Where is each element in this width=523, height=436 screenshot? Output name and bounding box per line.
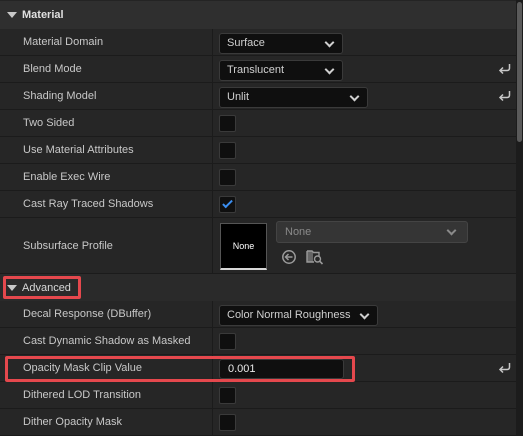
browse-asset-icon[interactable] <box>306 248 324 265</box>
property-row-use-material-attributes: Use Material Attributes <box>0 137 516 164</box>
property-row-two-sided: Two Sided <box>0 110 516 137</box>
column-splitter[interactable] <box>212 191 213 217</box>
use-material-attributes-checkbox[interactable] <box>219 142 236 159</box>
subsurface-profile-asset-picker[interactable]: None <box>276 221 468 243</box>
property-row-enable-exec-wire: Enable Exec Wire <box>0 164 516 191</box>
property-row-material-domain: Material Domain Surface <box>0 29 516 56</box>
column-splitter[interactable] <box>212 56 213 82</box>
chevron-down-icon <box>349 91 360 102</box>
column-splitter[interactable] <box>212 137 213 163</box>
property-label: Enable Exec Wire <box>23 171 111 183</box>
property-row-cast-dynamic-shadow-as-masked: Cast Dynamic Shadow as Masked <box>0 328 516 355</box>
dropdown-value: Translucent <box>227 64 285 76</box>
property-row-shading-model: Shading Model Unlit <box>0 83 516 110</box>
reset-to-default-icon[interactable] <box>498 63 511 75</box>
asset-thumbnail[interactable]: None <box>220 223 267 270</box>
property-label: Material Domain <box>23 36 104 48</box>
material-domain-dropdown[interactable]: Surface <box>219 33 343 54</box>
chevron-down-icon <box>324 37 335 48</box>
column-splitter[interactable] <box>212 218 213 273</box>
material-category-header[interactable]: Material <box>0 1 516 29</box>
advanced-category-header[interactable]: Advanced <box>0 274 516 302</box>
dropdown-value: Surface <box>227 37 265 49</box>
expand-arrow-icon[interactable] <box>7 285 17 291</box>
column-splitter[interactable] <box>212 110 213 136</box>
property-label: Subsurface Profile <box>23 240 113 252</box>
property-label: Use Material Attributes <box>23 144 134 156</box>
column-splitter[interactable] <box>212 29 213 55</box>
chevron-down-icon <box>446 225 457 236</box>
enable-exec-wire-checkbox[interactable] <box>219 169 236 186</box>
property-label: Shading Model <box>23 90 97 102</box>
cast-ray-traced-shadows-checkbox[interactable] <box>219 196 236 213</box>
chevron-down-icon <box>324 64 335 75</box>
blend-mode-dropdown[interactable]: Translucent <box>219 60 343 81</box>
checkmark-icon <box>222 197 233 209</box>
property-row-opacity-mask-clip-value: Opacity Mask Clip Value 0.001 <box>0 355 516 382</box>
asset-picker-value: None <box>285 226 312 238</box>
column-splitter[interactable] <box>212 382 213 408</box>
property-label: Cast Ray Traced Shadows <box>23 198 154 210</box>
chevron-down-icon <box>359 309 370 320</box>
property-label: Cast Dynamic Shadow as Masked <box>23 335 191 347</box>
opacity-mask-clip-value-input[interactable]: 0.001 <box>219 359 344 379</box>
category-title: Material <box>22 9 64 21</box>
property-row-decal-response: Decal Response (DBuffer) Color Normal Ro… <box>0 301 516 328</box>
dropdown-value: Unlit <box>227 91 250 103</box>
cast-dynamic-shadow-as-masked-checkbox[interactable] <box>219 333 236 350</box>
expand-arrow-icon[interactable] <box>7 12 17 18</box>
dither-opacity-mask-checkbox[interactable] <box>219 414 236 431</box>
column-splitter[interactable] <box>212 355 213 381</box>
column-splitter[interactable] <box>212 409 213 435</box>
category-title: Advanced <box>22 282 71 294</box>
property-row-cast-ray-traced-shadows: Cast Ray Traced Shadows <box>0 191 516 218</box>
use-selected-asset-icon[interactable] <box>281 249 297 265</box>
column-splitter[interactable] <box>212 328 213 354</box>
two-sided-checkbox[interactable] <box>219 115 236 132</box>
reset-to-default-icon[interactable] <box>498 362 511 374</box>
property-label: Dither Opacity Mask <box>23 416 123 428</box>
property-row-dithered-lod-transition: Dithered LOD Transition <box>0 382 516 409</box>
property-label: Blend Mode <box>23 63 82 75</box>
details-panel: Material Material Domain Surface Blend M… <box>0 0 516 436</box>
property-row-blend-mode: Blend Mode Translucent <box>0 56 516 83</box>
property-label: Two Sided <box>23 117 75 129</box>
property-label: Decal Response (DBuffer) <box>23 308 152 320</box>
column-splitter[interactable] <box>212 83 213 109</box>
decal-response-dropdown[interactable]: Color Normal Roughness <box>219 305 378 326</box>
scrollbar-thumb[interactable] <box>517 2 522 142</box>
property-row-dither-opacity-mask: Dither Opacity Mask <box>0 409 516 436</box>
reset-to-default-icon[interactable] <box>498 90 511 102</box>
dropdown-value: Color Normal Roughness <box>227 309 351 321</box>
dithered-lod-transition-checkbox[interactable] <box>219 387 236 404</box>
shading-model-dropdown[interactable]: Unlit <box>219 87 368 108</box>
property-label: Dithered LOD Transition <box>23 389 141 401</box>
column-splitter[interactable] <box>212 301 213 327</box>
column-splitter[interactable] <box>212 164 213 190</box>
property-label: Opacity Mask Clip Value <box>23 362 143 374</box>
